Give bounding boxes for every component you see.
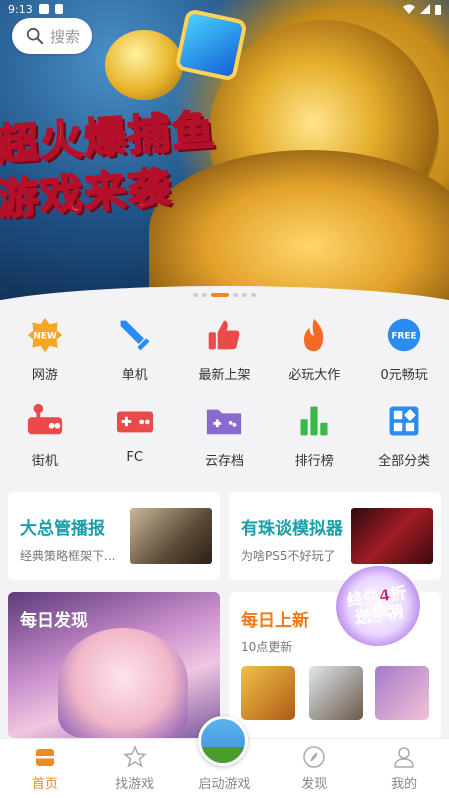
arcade-icon xyxy=(26,402,64,440)
nav-label: 发现 xyxy=(301,777,328,792)
launch-game-button[interactable] xyxy=(198,716,248,766)
app-notification-icon xyxy=(38,4,49,14)
carousel-dot[interactable] xyxy=(193,293,198,297)
card-thumbnail xyxy=(130,508,212,564)
gold-coins-art xyxy=(149,150,449,300)
wifi-icon xyxy=(403,4,415,14)
carousel-dot[interactable] xyxy=(233,293,238,297)
category-label: 0元畅玩 xyxy=(380,368,428,383)
gamepad-icon xyxy=(116,402,154,440)
thumbs-up-icon xyxy=(205,316,243,354)
nav-label: 首页 xyxy=(31,777,58,792)
card-thumbnail xyxy=(351,508,433,564)
card-emulator-talk[interactable]: 有珠谈模拟器 为啥PS5不好玩了 xyxy=(229,492,441,580)
category-arcade[interactable]: 街机 xyxy=(0,402,90,474)
search-placeholder: 搜索 xyxy=(50,27,81,46)
card-title: 每日上新 xyxy=(241,611,309,631)
card-title: 有珠谈模拟器 xyxy=(241,519,343,539)
category-label: 排行榜 xyxy=(294,454,334,469)
category-cloud-save[interactable]: 云存档 xyxy=(180,402,270,474)
coin-art xyxy=(105,30,183,100)
svg-text:FREE: FREE xyxy=(391,332,416,342)
category-free[interactable]: FREE 0元畅玩 xyxy=(359,316,449,388)
svg-text:NEW: NEW xyxy=(33,332,57,342)
category-label: 全部分类 xyxy=(378,454,431,469)
search-input[interactable]: 搜索 xyxy=(12,18,92,54)
carousel-dot[interactable] xyxy=(202,293,207,297)
carousel-dot-active[interactable] xyxy=(211,293,229,297)
card-subtitle: 为啥PS5不好玩了 xyxy=(241,549,336,563)
category-must-play[interactable]: 必玩大作 xyxy=(269,316,359,388)
nav-find-games[interactable]: 找游戏 xyxy=(95,745,175,792)
new-badge-icon: NEW xyxy=(26,316,64,354)
category-label: 街机 xyxy=(31,454,58,469)
nav-label: 我的 xyxy=(391,777,418,792)
category-label: 云存档 xyxy=(204,454,244,469)
card-title: 每日发现 xyxy=(20,611,88,631)
battery-icon xyxy=(435,4,441,15)
compass-icon xyxy=(303,746,326,768)
flame-icon xyxy=(295,316,333,354)
category-fc[interactable]: FC xyxy=(90,402,180,474)
category-new-releases[interactable]: 最新上架 xyxy=(180,316,270,388)
category-single[interactable]: 单机 xyxy=(90,316,180,388)
game-thumbnail[interactable] xyxy=(309,666,363,720)
anime-character-art xyxy=(58,628,188,738)
signal-icon xyxy=(420,4,430,14)
nav-label: 找游戏 xyxy=(115,777,155,792)
card-subtitle: 经典策略框架下... xyxy=(20,549,116,563)
category-label: 必玩大作 xyxy=(288,368,341,383)
gem-art xyxy=(174,8,248,82)
user-icon xyxy=(394,747,414,768)
card-subtitle: 10点更新 xyxy=(241,640,293,654)
card-daily-discovery[interactable]: 每日发现 xyxy=(8,592,220,738)
card-manager-report[interactable]: 大总管播报 经典策略框架下... xyxy=(8,492,220,580)
search-icon xyxy=(26,27,44,45)
launch-game-art xyxy=(201,747,245,763)
category-ranking[interactable]: 排行榜 xyxy=(269,402,359,474)
category-label: 网游 xyxy=(31,368,58,383)
status-bar: 9:13 xyxy=(0,0,449,18)
cloud-folder-icon xyxy=(205,402,243,440)
category-label: 最新上架 xyxy=(198,368,251,383)
nav-mine[interactable]: 我的 xyxy=(364,745,444,792)
category-label: FC xyxy=(126,450,143,465)
promo-line2: 送手柄 xyxy=(354,601,405,628)
android-icon xyxy=(54,4,63,14)
category-all[interactable]: 全部分类 xyxy=(359,402,449,474)
star-icon xyxy=(122,745,147,768)
nav-home[interactable]: 首页 xyxy=(5,745,85,792)
carousel-dot[interactable] xyxy=(242,293,247,297)
nav-label: 启动游戏 xyxy=(198,777,251,792)
home-icon xyxy=(35,749,54,766)
nav-discover[interactable]: 发现 xyxy=(274,745,354,792)
banner-title-line2: 游戏来袭 xyxy=(0,162,175,225)
category-label: 单机 xyxy=(121,368,148,383)
carousel-dot[interactable] xyxy=(251,293,256,297)
bar-chart-icon xyxy=(295,402,333,440)
status-time: 9:13 xyxy=(8,2,33,16)
game-thumbnail[interactable] xyxy=(375,666,429,720)
category-grid: NEW 网游 单机 最新上架 必玩大作 FREE 0元畅玩 街机 FC 云存档 … xyxy=(0,316,449,474)
grid-icon xyxy=(385,402,423,440)
sword-icon xyxy=(116,316,154,354)
game-thumbnail[interactable] xyxy=(241,666,295,720)
carousel-indicator xyxy=(0,293,449,297)
free-badge-icon: FREE xyxy=(385,316,423,354)
card-title: 大总管播报 xyxy=(20,519,105,539)
category-online[interactable]: NEW 网游 xyxy=(0,316,90,388)
